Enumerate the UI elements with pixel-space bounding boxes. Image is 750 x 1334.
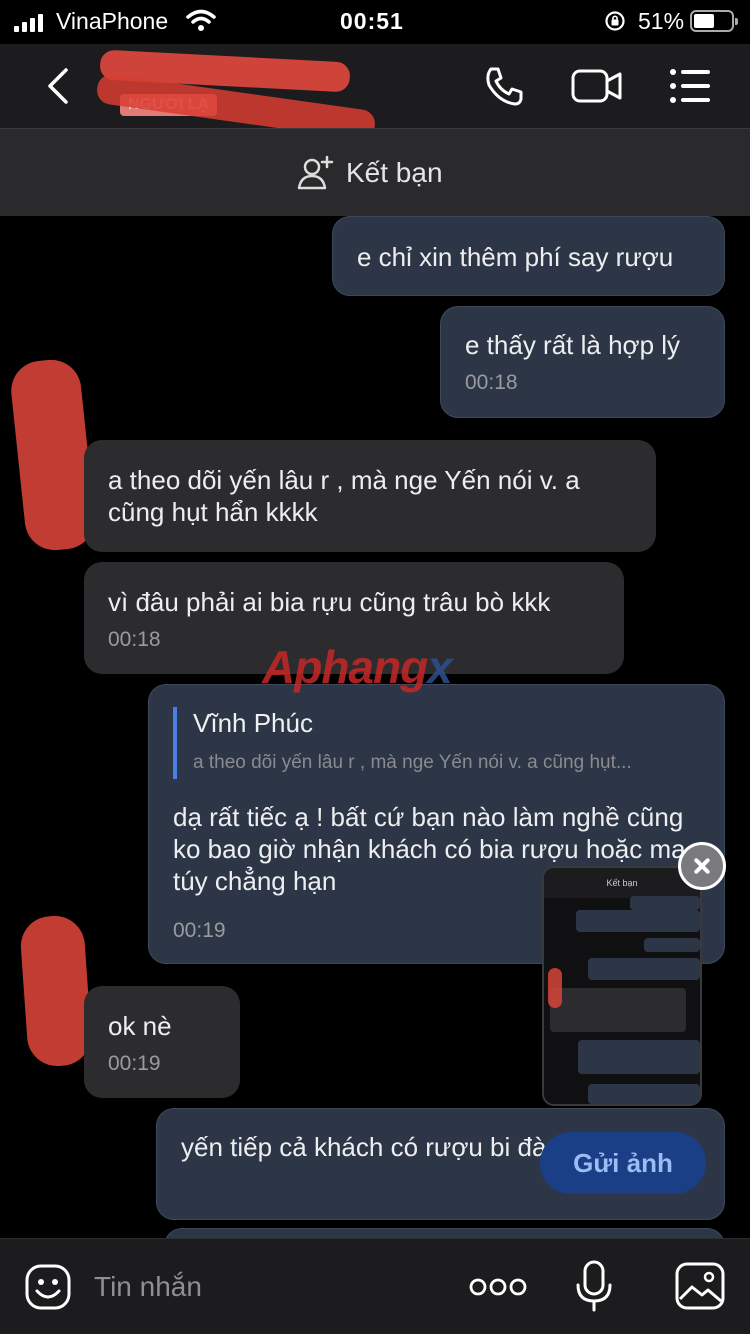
back-icon[interactable] xyxy=(40,66,76,106)
input-bar xyxy=(0,1238,750,1334)
message-text: e chỉ xin thêm phí say rượu xyxy=(357,242,674,272)
quoted-author: Vĩnh Phúc xyxy=(193,708,313,738)
watermark: Aphangx xyxy=(262,640,453,694)
screenshot-preview[interactable]: Kết bạn xyxy=(542,866,702,1106)
chat-header: NGƯỜI LẠ xyxy=(0,44,750,142)
video-call-icon[interactable] xyxy=(570,66,624,106)
close-preview-button[interactable] xyxy=(678,842,726,890)
phone-icon[interactable] xyxy=(482,64,526,108)
message-text: e thấy rất là hợp lý xyxy=(465,330,681,360)
wifi-icon xyxy=(186,9,216,31)
message-input[interactable] xyxy=(94,1267,434,1307)
message-bubble-received[interactable]: a theo dõi yến lâu r , mà nge Yến nói v.… xyxy=(84,440,656,552)
message-text: a theo dõi yến lâu r , mà nge Yến nói v.… xyxy=(108,465,580,527)
preview-bubble xyxy=(576,910,700,932)
add-person-icon xyxy=(297,155,334,190)
add-friend-button[interactable]: Kết bạn xyxy=(296,151,443,195)
message-text: ok nè xyxy=(108,1011,172,1041)
message-bubble-sent[interactable]: e chỉ xin thêm phí say rượu xyxy=(332,216,725,296)
message-time: 00:19 xyxy=(108,1052,161,1075)
preview-bubble xyxy=(550,988,686,1032)
message-bubble-received[interactable]: ok nè 00:19 xyxy=(84,986,240,1098)
image-icon[interactable] xyxy=(674,1261,726,1311)
battery-percent: 51% xyxy=(638,8,685,34)
menu-icon[interactable] xyxy=(668,66,712,106)
message-time: 00:18 xyxy=(465,371,518,394)
status-bar: VinaPhone 00:51 51% xyxy=(0,0,750,44)
add-friend-bar: Kết bạn xyxy=(0,128,750,216)
emoji-icon[interactable] xyxy=(24,1263,72,1311)
redacted-avatar xyxy=(18,913,94,1069)
quoted-message[interactable]: Vĩnh Phúc a theo dõi yến lâu r , mà nge … xyxy=(173,707,700,779)
quoted-text: a theo dõi yến lâu r , mà nge Yến nói v.… xyxy=(193,752,632,773)
more-icon[interactable] xyxy=(468,1273,528,1301)
preview-header: Kết bạn xyxy=(544,868,700,898)
preview-bubble xyxy=(588,1084,700,1104)
rotation-lock-icon xyxy=(605,11,625,31)
add-friend-label: Kết bạn xyxy=(346,157,443,188)
mic-icon[interactable] xyxy=(574,1259,614,1313)
watermark-accent: x xyxy=(427,641,453,693)
signal-icon xyxy=(14,14,44,32)
battery-icon xyxy=(690,10,738,32)
message-bubble-sent[interactable]: e thấy rất là hợp lý 00:18 xyxy=(440,306,725,418)
watermark-main: Aphang xyxy=(262,641,428,693)
preview-bubble xyxy=(578,1040,700,1074)
clock: 00:51 xyxy=(340,8,404,34)
carrier-name: VinaPhone xyxy=(56,8,169,34)
send-photo-button[interactable]: Gửi ảnh xyxy=(540,1132,706,1194)
preview-redaction xyxy=(548,968,562,1008)
message-text: vì đâu phải ai bia rựu cũng trâu bò kkk xyxy=(108,587,551,617)
preview-bubble xyxy=(588,958,700,980)
preview-bubble xyxy=(630,896,700,910)
preview-bubble xyxy=(644,938,700,952)
